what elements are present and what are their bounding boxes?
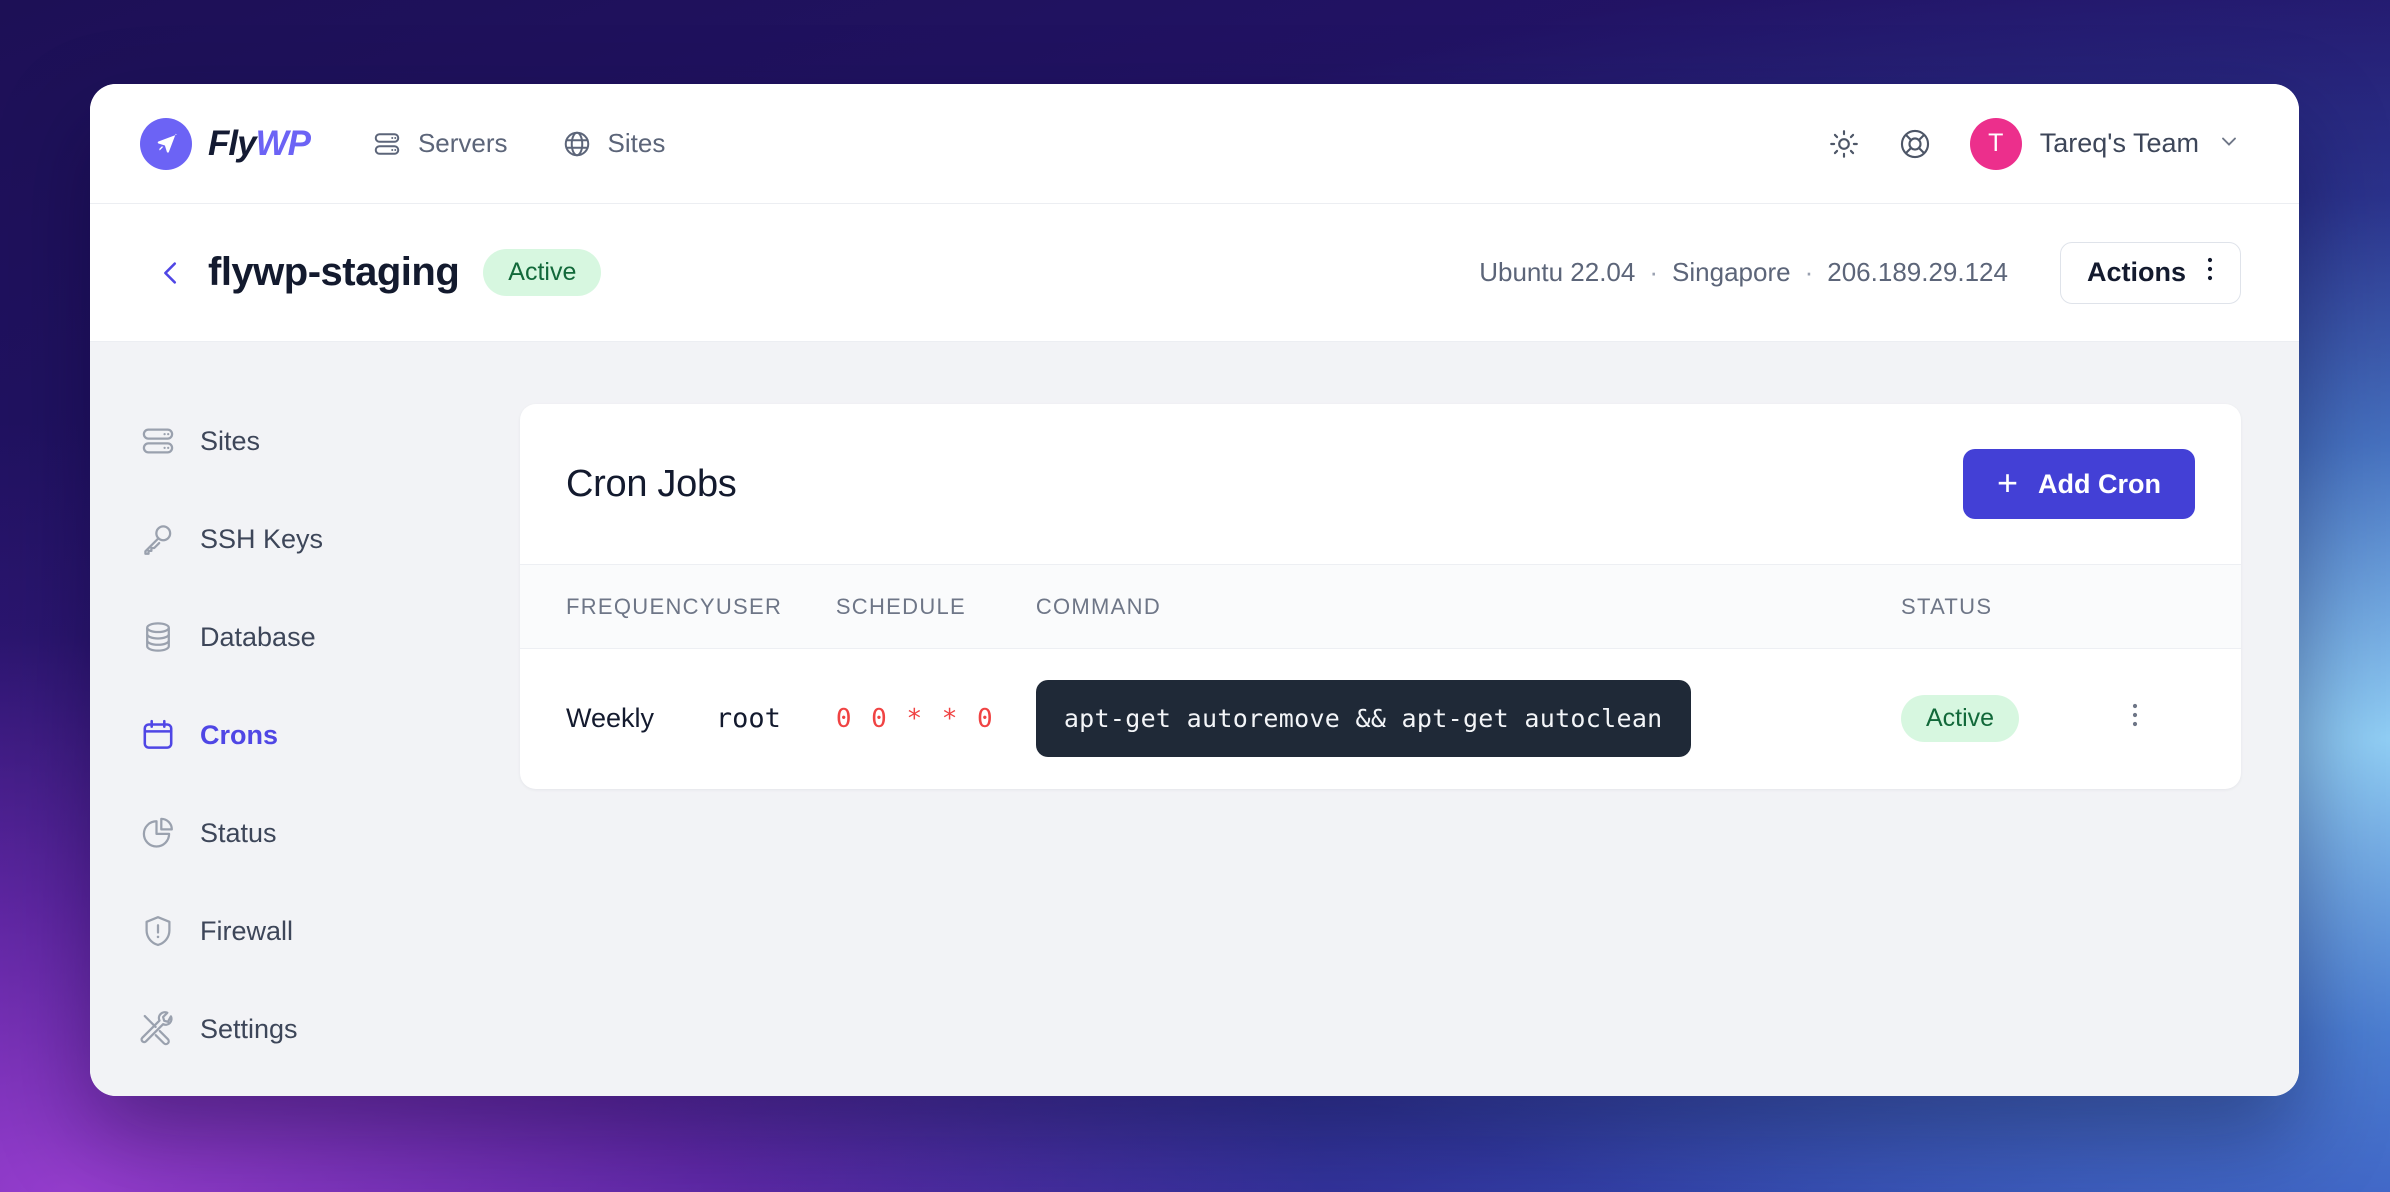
column-header-status: STATUS — [1901, 564, 2131, 649]
team-name: Tareq's Team — [2039, 128, 2199, 158]
top-nav-right-group: T Tareq's Team — [1828, 117, 2241, 170]
card-header: Cron Jobs + Add Cron — [520, 404, 2241, 564]
sidebar-item-firewall[interactable]: Firewall — [140, 902, 520, 960]
globe-icon — [562, 129, 592, 159]
paper-plane-icon — [140, 117, 192, 170]
key-icon — [140, 521, 176, 557]
tools-icon — [140, 1011, 176, 1047]
sidebar-item-label: Status — [200, 817, 277, 848]
nav-item-sites[interactable]: Sites — [562, 128, 666, 159]
kebab-menu-icon[interactable] — [2131, 701, 2139, 729]
cell-command: apt-get autoremove && apt-get autoclean — [1035, 649, 1901, 789]
shield-alert-icon — [140, 913, 176, 949]
cell-schedule: 0 0 * * 0 — [835, 703, 995, 734]
actions-button-label: Actions — [2086, 257, 2186, 287]
chevron-down-icon — [2217, 129, 2241, 158]
sidebar-item-label: Settings — [200, 1013, 298, 1044]
row-status-badge: Active — [1901, 695, 2020, 743]
table-header-row: FREQUENCY USER SCHEDULE COMMAND STATUS — [520, 564, 2241, 649]
sidebar-item-status[interactable]: Status — [140, 804, 520, 862]
kebab-menu-icon — [2206, 255, 2214, 290]
cron-jobs-table: FREQUENCY USER SCHEDULE COMMAND STATUS W… — [520, 564, 2241, 789]
sidebar-item-settings[interactable]: Settings — [140, 1000, 520, 1058]
meta-separator: · — [1649, 257, 1659, 287]
cell-frequency: Weekly — [566, 703, 655, 734]
cell-status: Active — [1901, 649, 2131, 789]
server-meta: Ubuntu 22.04 · Singapore · 206.189.29.12… — [1479, 257, 2008, 288]
brand-name: FlyWP — [208, 123, 311, 163]
brand-logo[interactable]: FlyWP — [140, 117, 311, 170]
sidebar-item-crons[interactable]: Crons — [140, 706, 520, 764]
server-region: Singapore — [1672, 257, 1791, 287]
sidebar-item-label: Sites — [200, 425, 261, 456]
server-ip: 206.189.29.124 — [1827, 257, 2008, 287]
column-header-user: USER — [715, 564, 836, 649]
plus-icon: + — [1996, 461, 2019, 503]
nav-label-servers: Servers — [417, 128, 508, 158]
sidebar-item-label: Database — [200, 621, 316, 652]
sidebar-item-label: Firewall — [200, 915, 294, 946]
column-header-command: COMMAND — [1035, 564, 1901, 649]
calendar-icon — [140, 717, 176, 753]
column-header-actions — [2131, 564, 2241, 649]
add-cron-button[interactable]: + Add Cron — [1962, 449, 2195, 519]
card-title: Cron Jobs — [566, 462, 737, 505]
avatar: T — [1969, 117, 2022, 170]
table-row: Weekly root 0 0 * * 0 apt-get autoremove… — [520, 649, 2241, 789]
cell-row-actions — [2131, 649, 2241, 789]
server-stack-icon — [372, 129, 402, 159]
command-code-block: apt-get autoremove && apt-get autoclean — [1035, 680, 1691, 758]
column-header-frequency: FREQUENCY — [520, 564, 716, 649]
page-title: flywp-staging — [208, 250, 460, 294]
server-os: Ubuntu 22.04 — [1479, 257, 1636, 287]
pie-chart-icon — [140, 815, 176, 851]
page-body: Sites SSH Keys Database Crons Status Fir… — [90, 342, 2299, 1096]
sidebar-item-sites[interactable]: Sites — [140, 412, 520, 470]
sun-icon[interactable] — [1828, 128, 1860, 160]
sidebar-item-database[interactable]: Database — [140, 608, 520, 666]
cron-jobs-card: Cron Jobs + Add Cron FREQUENCY USER SCHE… — [520, 404, 2241, 789]
nav-label-sites: Sites — [607, 128, 666, 158]
lifebuoy-icon[interactable] — [1898, 127, 1932, 161]
meta-separator: · — [1804, 257, 1814, 287]
server-header: flywp-staging Active Ubuntu 22.04 · Sing… — [90, 204, 2299, 342]
server-stack-icon — [140, 423, 176, 459]
sidebar: Sites SSH Keys Database Crons Status Fir… — [140, 404, 520, 1096]
add-cron-label: Add Cron — [2038, 468, 2161, 499]
sidebar-item-label: Crons — [200, 719, 279, 750]
column-header-schedule: SCHEDULE — [835, 564, 1036, 649]
sidebar-item-label: SSH Keys — [200, 523, 324, 554]
status-badge: Active — [483, 249, 602, 296]
cell-user: root — [715, 703, 781, 735]
nav-item-servers[interactable]: Servers — [372, 128, 508, 159]
database-icon — [140, 619, 176, 655]
sidebar-item-ssh-keys[interactable]: SSH Keys — [140, 510, 520, 568]
back-button[interactable] — [140, 258, 208, 288]
top-navigation-bar: FlyWP Servers Sites T Tareq's Team — [90, 84, 2299, 204]
team-switcher[interactable]: T Tareq's Team — [1969, 117, 2241, 170]
app-window: FlyWP Servers Sites T Tareq's Team flywp… — [90, 84, 2299, 1096]
actions-button[interactable]: Actions — [2059, 241, 2241, 304]
